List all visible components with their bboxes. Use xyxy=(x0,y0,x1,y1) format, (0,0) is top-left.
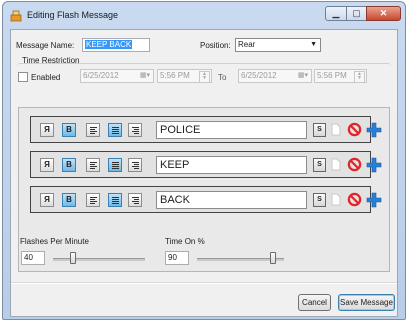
save-message-button[interactable]: Save Message xyxy=(338,294,395,311)
align-right-button[interactable] xyxy=(128,123,142,137)
prohibit-icon[interactable] xyxy=(347,157,362,172)
speed-button[interactable]: S xyxy=(313,123,326,137)
align-right-icon xyxy=(132,197,139,205)
enabled-label: Enabled xyxy=(31,73,61,82)
start-time-picker[interactable]: 5:56 PM ▲ ▼ xyxy=(157,69,212,83)
bold-button[interactable]: B xyxy=(62,193,76,207)
start-date-value: 6/25/2012 xyxy=(83,71,119,80)
speed-label: S xyxy=(317,161,322,168)
message-name-label: Message Name: xyxy=(16,41,75,50)
bold-button[interactable]: B xyxy=(62,123,76,137)
reverse-label: Я xyxy=(44,160,50,169)
spinner-icon: ▲ ▼ xyxy=(354,71,365,83)
title-bar: Editing Flash Message ▁ ▢ ✕ xyxy=(3,2,405,29)
align-left-button[interactable] xyxy=(86,158,100,172)
window-title: Editing Flash Message xyxy=(27,10,119,20)
message-line-row: Я B POLICE S xyxy=(30,116,382,143)
align-left-button[interactable] xyxy=(86,123,100,137)
align-center-button[interactable] xyxy=(108,158,122,172)
document-icon[interactable] xyxy=(331,123,341,136)
chevron-down-icon: ▼ xyxy=(310,41,317,48)
align-right-icon xyxy=(132,127,139,135)
prohibit-icon[interactable] xyxy=(347,122,362,137)
time-on-input[interactable]: 90 xyxy=(165,251,189,265)
minimize-icon: ▁ xyxy=(332,8,340,18)
align-center-button[interactable] xyxy=(108,123,122,137)
maximize-button[interactable]: ▢ xyxy=(346,6,367,21)
bold-label: B xyxy=(66,125,72,134)
enabled-checkbox[interactable] xyxy=(18,72,28,82)
add-plus-icon[interactable] xyxy=(365,156,383,174)
add-plus-icon[interactable] xyxy=(365,121,383,139)
align-center-icon xyxy=(112,162,119,170)
position-select[interactable]: Rear ▼ xyxy=(235,38,321,52)
to-label: To xyxy=(218,73,227,82)
speed-button[interactable]: S xyxy=(313,193,326,207)
calendar-icon: ▦▾ xyxy=(139,72,150,79)
cancel-button[interactable]: Cancel xyxy=(298,294,331,311)
dialog-client-area: Message Name: KEEP BACK Position: Rear ▼… xyxy=(10,29,398,317)
message-name-input[interactable]: KEEP BACK xyxy=(82,38,150,52)
app-flash-icon xyxy=(10,10,22,22)
message-lines-panel: Я B POLICE S Я B KEEP S Я B BACK S xyxy=(18,107,390,272)
spinner-icon: ▲ ▼ xyxy=(199,71,210,83)
align-left-icon xyxy=(90,162,97,170)
message-text-input[interactable]: BACK xyxy=(156,191,307,209)
flashes-slider-track[interactable] xyxy=(53,258,145,261)
message-line-row: Я B KEEP S xyxy=(30,151,382,178)
start-date-picker[interactable]: 6/25/2012 ▦▾ xyxy=(80,69,154,83)
message-line-row: Я B BACK S xyxy=(30,186,382,213)
end-date-value: 6/25/2012 xyxy=(241,71,277,80)
close-button[interactable]: ✕ xyxy=(366,6,401,21)
reverse-label: Я xyxy=(44,195,50,204)
document-icon[interactable] xyxy=(331,158,341,171)
close-icon: ✕ xyxy=(379,8,388,18)
align-center-button[interactable] xyxy=(108,193,122,207)
message-text-input[interactable]: POLICE xyxy=(156,121,307,139)
flashes-per-minute-input[interactable]: 40 xyxy=(21,251,45,265)
align-center-icon xyxy=(112,127,119,135)
bold-label: B xyxy=(66,160,72,169)
align-right-button[interactable] xyxy=(128,158,142,172)
align-left-button[interactable] xyxy=(86,193,100,207)
footer-separator xyxy=(11,282,397,284)
reverse-button[interactable]: Я xyxy=(40,158,54,172)
align-right-icon xyxy=(132,162,139,170)
align-center-icon xyxy=(112,197,119,205)
reverse-button[interactable]: Я xyxy=(40,123,54,137)
maximize-icon: ▢ xyxy=(352,8,361,18)
align-left-icon xyxy=(90,197,97,205)
start-time-value: 5:56 PM xyxy=(160,71,190,80)
time-on-label: Time On % xyxy=(165,237,205,246)
prohibit-icon[interactable] xyxy=(347,192,362,207)
reverse-label: Я xyxy=(44,125,50,134)
flashes-per-minute-label: Flashes Per Minute xyxy=(20,237,89,246)
document-icon[interactable] xyxy=(331,193,341,206)
time-on-slider-thumb[interactable] xyxy=(269,252,276,264)
message-text-input[interactable]: KEEP xyxy=(156,156,307,174)
calendar-icon: ▦▾ xyxy=(297,72,308,79)
bold-button[interactable]: B xyxy=(62,158,76,172)
flashes-slider-thumb[interactable] xyxy=(70,252,77,264)
dialog-window: Editing Flash Message ▁ ▢ ✕ Message Name… xyxy=(2,1,406,320)
minimize-button[interactable]: ▁ xyxy=(325,6,347,21)
align-right-button[interactable] xyxy=(128,193,142,207)
speed-button[interactable]: S xyxy=(313,158,326,172)
end-date-picker[interactable]: 6/25/2012 ▦▾ xyxy=(238,69,312,83)
bold-label: B xyxy=(66,195,72,204)
speed-label: S xyxy=(317,196,322,203)
speed-label: S xyxy=(317,126,322,133)
message-name-value: KEEP BACK xyxy=(85,40,133,49)
align-left-icon xyxy=(90,127,97,135)
position-label: Position: xyxy=(200,41,231,50)
end-time-picker[interactable]: 5:56 PM ▲ ▼ xyxy=(314,69,367,83)
reverse-button[interactable]: Я xyxy=(40,193,54,207)
end-time-value: 5:56 PM xyxy=(317,71,347,80)
position-value: Rear xyxy=(238,40,256,49)
add-plus-icon[interactable] xyxy=(365,191,383,209)
